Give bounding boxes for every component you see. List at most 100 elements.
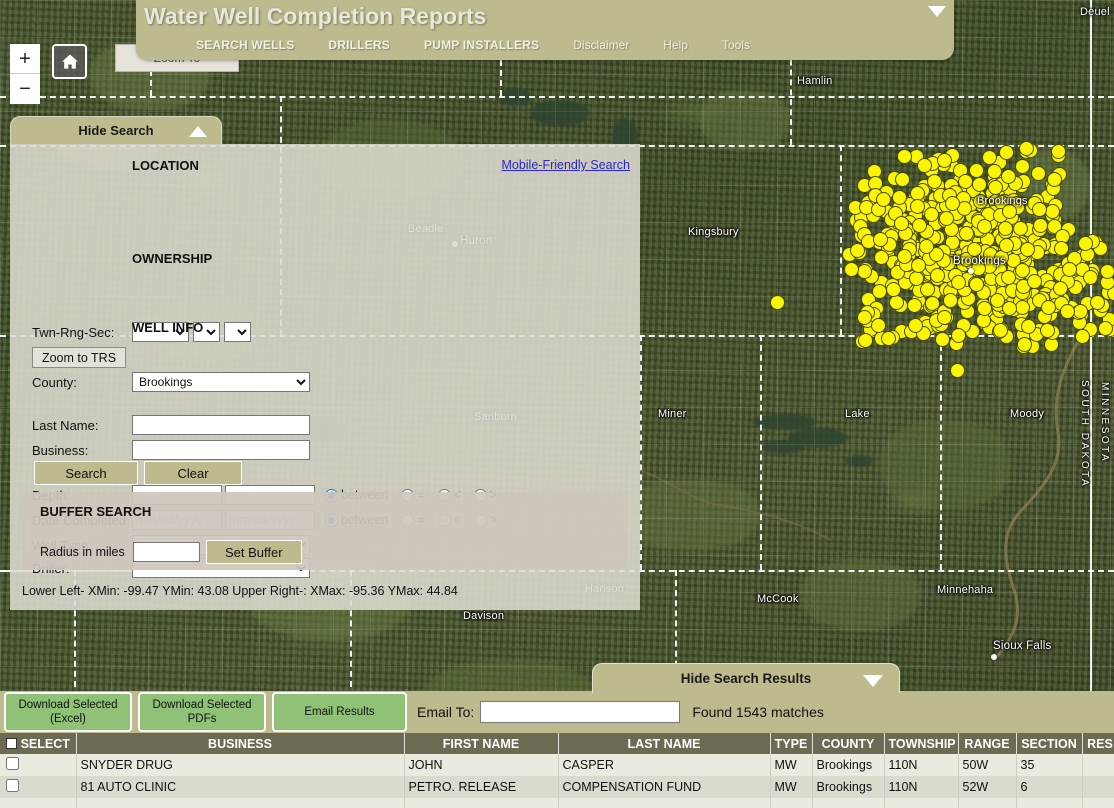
- well-marker[interactable]: [936, 310, 952, 325]
- column-header-select[interactable]: SELECT: [0, 733, 77, 754]
- well-marker[interactable]: [1097, 321, 1113, 337]
- well-marker[interactable]: [1044, 204, 1060, 220]
- column-header-res[interactable]: RES: [1082, 733, 1114, 754]
- section-select[interactable]: [224, 322, 251, 342]
- well-marker[interactable]: [1089, 294, 1105, 310]
- well-marker[interactable]: [999, 144, 1015, 160]
- well-marker[interactable]: [908, 271, 924, 286]
- mobile-friendly-search-link[interactable]: Mobile-Friendly Search: [501, 158, 630, 172]
- well-marker[interactable]: [1032, 218, 1048, 234]
- well-marker[interactable]: [1015, 299, 1030, 315]
- well-marker[interactable]: [1061, 262, 1077, 278]
- well-marker[interactable]: [891, 189, 907, 205]
- well-marker[interactable]: [1075, 328, 1091, 344]
- column-header-township[interactable]: TOWNSHIP: [884, 733, 959, 754]
- zoom-in-button[interactable]: +: [10, 44, 40, 74]
- well-marker[interactable]: [923, 207, 939, 223]
- home-button[interactable]: [52, 44, 87, 79]
- results-table-container[interactable]: SELECT BUSINESS FIRST NAME LAST NAME TYPE COU…: [0, 733, 1114, 808]
- search-button[interactable]: Search: [34, 461, 138, 485]
- cell-select[interactable]: [0, 798, 77, 808]
- well-marker[interactable]: [957, 173, 973, 189]
- well-marker[interactable]: [893, 215, 909, 231]
- main-navigation[interactable]: SEARCH WELLS DRILLERS PUMP INSTALLERS Discl…: [196, 38, 784, 52]
- column-header-business[interactable]: BUSINESS: [76, 733, 405, 754]
- well-marker[interactable]: [873, 249, 889, 265]
- well-marker[interactable]: [939, 210, 955, 226]
- well-marker[interactable]: [856, 264, 872, 280]
- download-selected-excel-button[interactable]: Download Selected (Excel): [4, 692, 132, 732]
- well-marker[interactable]: [1018, 141, 1034, 156]
- well-marker[interactable]: [976, 300, 992, 316]
- well-marker[interactable]: [951, 274, 967, 290]
- well-marker[interactable]: [895, 172, 911, 188]
- row-select-checkbox[interactable]: [6, 779, 19, 792]
- well-marker[interactable]: [897, 148, 912, 164]
- zoom-to-trs-button[interactable]: Zoom to TRS: [32, 347, 126, 368]
- well-marker[interactable]: [872, 284, 888, 300]
- well-marker[interactable]: [1060, 303, 1076, 319]
- well-marker[interactable]: [1014, 263, 1030, 279]
- last-name-input[interactable]: [132, 415, 310, 435]
- email-to-input[interactable]: [480, 701, 681, 723]
- well-marker[interactable]: [1078, 235, 1094, 251]
- row-select-checkbox[interactable]: [6, 757, 19, 770]
- well-marker-cluster[interactable]: [770, 141, 1114, 378]
- table-row[interactable]: SNYDER DRUG JOHN CASPER MW Brookings 110N 50W 3…: [0, 754, 1114, 776]
- column-header-county[interactable]: COUNTY: [812, 733, 885, 754]
- well-marker[interactable]: [770, 295, 785, 310]
- well-marker[interactable]: [1039, 322, 1055, 338]
- well-marker[interactable]: [1027, 273, 1043, 289]
- well-marker[interactable]: [969, 277, 984, 292]
- hide-search-results-tab[interactable]: Hide Search Results: [592, 663, 900, 693]
- well-marker[interactable]: [870, 317, 886, 333]
- well-marker[interactable]: [907, 297, 923, 313]
- well-marker[interactable]: [1015, 158, 1031, 174]
- nav-item-help[interactable]: Help: [663, 38, 688, 52]
- well-marker[interactable]: [951, 327, 967, 343]
- set-buffer-button[interactable]: Set Buffer: [205, 540, 302, 564]
- nav-item-tools[interactable]: Tools: [722, 38, 750, 52]
- radius-input[interactable]: [132, 542, 200, 562]
- column-header-last-name[interactable]: LAST NAME: [558, 733, 771, 754]
- well-marker[interactable]: [910, 198, 926, 214]
- table-body[interactable]: SNYDER DRUG JOHN CASPER MW Brookings 110N 50W 3…: [0, 754, 1114, 808]
- well-marker[interactable]: [857, 332, 873, 348]
- table-row[interactable]: [0, 798, 1114, 808]
- column-header-range[interactable]: RANGE: [958, 733, 1017, 754]
- nav-item-drillers[interactable]: DRILLERS: [328, 38, 390, 52]
- clear-button[interactable]: Clear: [144, 461, 242, 485]
- column-header-section[interactable]: SECTION: [1016, 733, 1083, 754]
- well-marker[interactable]: [959, 225, 974, 241]
- well-marker[interactable]: [1000, 269, 1016, 285]
- well-marker[interactable]: [1020, 319, 1036, 334]
- well-marker[interactable]: [1000, 169, 1016, 185]
- well-marker[interactable]: [971, 176, 987, 192]
- well-marker[interactable]: [1016, 336, 1032, 352]
- well-marker[interactable]: [1053, 241, 1069, 257]
- table-row[interactable]: 81 AUTO CLINIC PETRO. RELEASE COMPENSATION…: [0, 776, 1114, 798]
- column-header-type[interactable]: TYPE: [770, 733, 813, 754]
- well-marker[interactable]: [926, 174, 942, 190]
- well-marker[interactable]: [988, 179, 1004, 195]
- nav-item-disclaimer[interactable]: Disclaimer: [573, 38, 629, 52]
- select-all-checkbox[interactable]: [5, 737, 17, 749]
- well-marker[interactable]: [950, 363, 965, 378]
- well-marker[interactable]: [1100, 263, 1114, 279]
- well-marker[interactable]: [997, 221, 1013, 237]
- business-input[interactable]: [132, 440, 310, 460]
- well-marker[interactable]: [1050, 144, 1066, 160]
- well-marker[interactable]: [856, 309, 872, 325]
- well-marker[interactable]: [1032, 201, 1048, 217]
- nav-item-pump-installers[interactable]: PUMP INSTALLERS: [424, 38, 539, 52]
- well-marker[interactable]: [1019, 241, 1035, 257]
- well-marker[interactable]: [1012, 220, 1028, 236]
- county-select[interactable]: Brookings: [132, 372, 310, 392]
- collapse-header-caret-icon[interactable]: [928, 6, 946, 17]
- well-marker[interactable]: [911, 217, 927, 233]
- well-marker[interactable]: [1040, 300, 1056, 316]
- well-marker[interactable]: [1031, 165, 1046, 181]
- well-marker[interactable]: [875, 191, 891, 207]
- zoom-controls[interactable]: + −: [10, 44, 40, 104]
- well-marker[interactable]: [1082, 269, 1098, 285]
